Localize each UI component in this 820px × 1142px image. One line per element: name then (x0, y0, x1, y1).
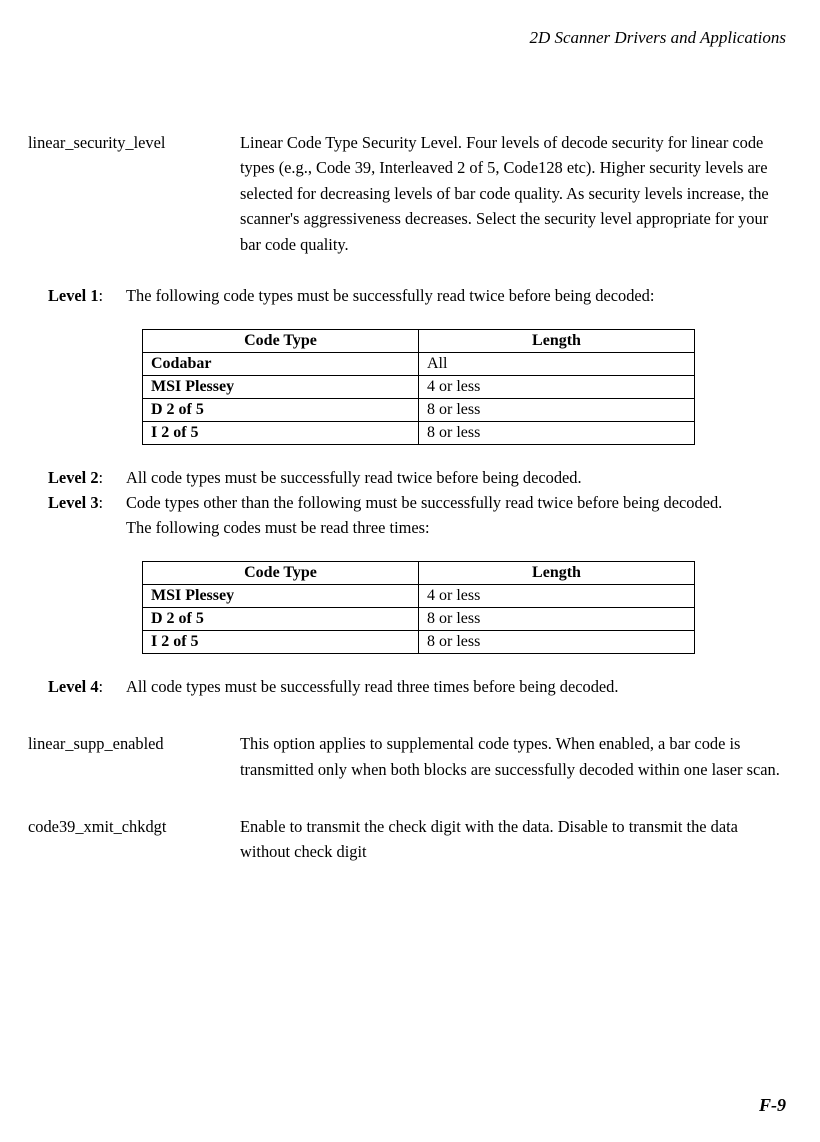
col-header-length: Length (419, 561, 695, 584)
code-table-level3: Code Type Length MSI Plessey4 or less D … (142, 561, 695, 654)
table-header-row: Code Type Length (143, 561, 695, 584)
table-row: D 2 of 58 or less (143, 607, 695, 630)
level-desc: All code types must be successfully read… (126, 674, 786, 699)
table-row: MSI Plessey4 or less (143, 584, 695, 607)
level-label: Level 2: (48, 465, 126, 490)
param-name: code39_xmit_chkdgt (28, 814, 240, 865)
level-desc: The following code types must be success… (126, 283, 786, 308)
table-row: MSI Plessey4 or less (143, 375, 695, 398)
level-desc: All code types must be successfully read… (126, 465, 786, 490)
col-header-type: Code Type (143, 561, 419, 584)
param-desc: This option applies to supplemental code… (240, 731, 786, 782)
param-name: linear_security_level (28, 130, 240, 257)
running-header: 2D Scanner Drivers and Applications (28, 28, 786, 48)
level-3: Level 3: Code types other than the follo… (48, 490, 786, 541)
param-name: linear_supp_enabled (28, 731, 240, 782)
param-desc: Enable to transmit the check digit with … (240, 814, 786, 865)
param-desc: Linear Code Type Security Level. Four le… (240, 130, 786, 257)
level-label: Level 1: (48, 283, 126, 308)
level-label: Level 3: (48, 490, 126, 541)
page: 2D Scanner Drivers and Applications line… (0, 0, 820, 1142)
level-desc: Code types other than the following must… (126, 490, 786, 541)
security-levels: Level 1: The following code types must b… (28, 283, 786, 699)
col-header-type: Code Type (143, 329, 419, 352)
table-row: I 2 of 58 or less (143, 421, 695, 444)
table-row: CodabarAll (143, 352, 695, 375)
col-header-length: Length (419, 329, 695, 352)
level-1: Level 1: The following code types must b… (48, 283, 786, 308)
level-2: Level 2: All code types must be successf… (48, 465, 786, 490)
param-linear-supp-enabled: linear_supp_enabled This option applies … (28, 731, 786, 782)
level-4: Level 4: All code types must be successf… (48, 674, 786, 699)
param-linear-security-level: linear_security_level Linear Code Type S… (28, 130, 786, 257)
code-table-level1: Code Type Length CodabarAll MSI Plessey4… (142, 329, 695, 445)
param-code39-xmit-chkdgt: code39_xmit_chkdgt Enable to transmit th… (28, 814, 786, 865)
page-number: F-9 (759, 1095, 786, 1116)
level-label: Level 4: (48, 674, 126, 699)
table-row: D 2 of 58 or less (143, 398, 695, 421)
table-row: I 2 of 58 or less (143, 630, 695, 653)
table-header-row: Code Type Length (143, 329, 695, 352)
